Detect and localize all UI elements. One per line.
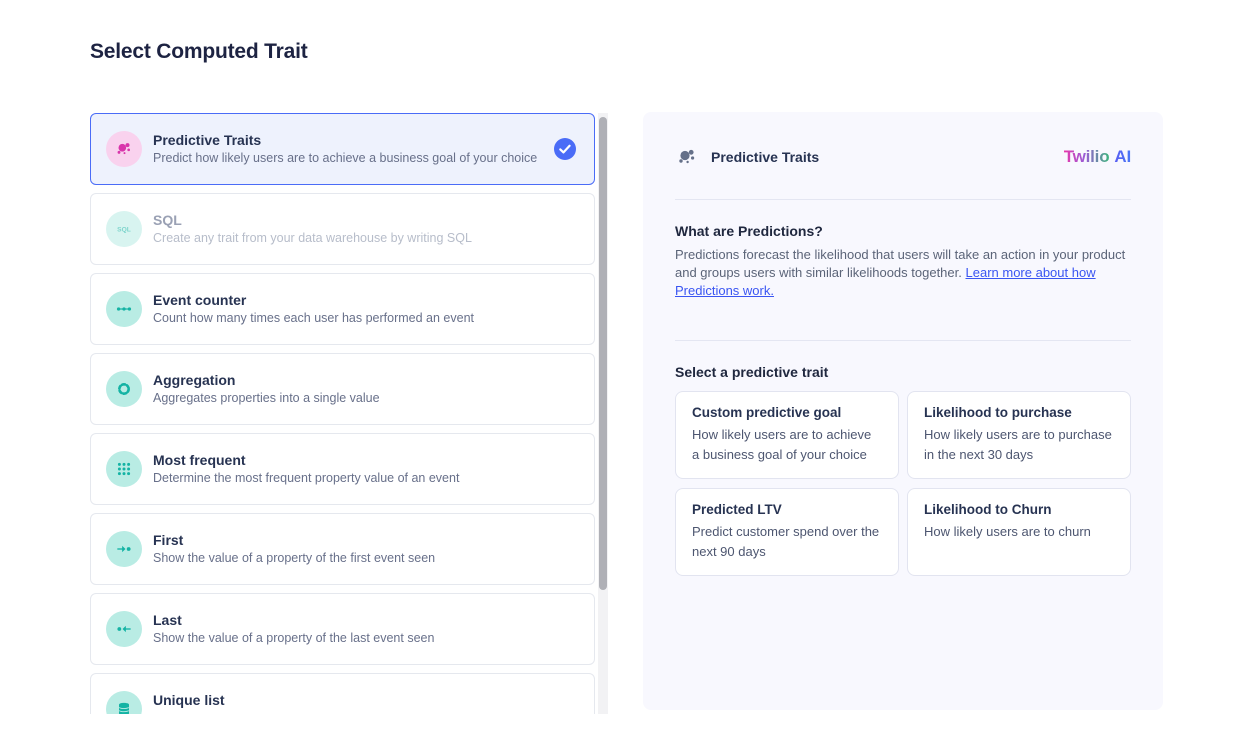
trait-option-description: Predict how likely users are to achieve …: [153, 151, 537, 167]
predictive-traits-icon: [106, 131, 142, 167]
svg-text:SQL: SQL: [117, 227, 131, 234]
trait-option-title: Event counter: [153, 292, 474, 308]
sql-icon: SQL: [106, 211, 142, 247]
aggregation-icon: [106, 371, 142, 407]
trait-option-title: SQL: [153, 212, 472, 228]
trait-option-unique-list[interactable]: Unique list: [90, 673, 595, 714]
trait-list: Predictive Traits Predict how likely user…: [90, 113, 595, 714]
trait-option-description: Show the value of a property of the last…: [153, 631, 434, 647]
card-description: How likely users are to purchase in the …: [924, 425, 1114, 465]
card-title: Likelihood to Churn: [924, 502, 1114, 517]
select-computed-trait-page: Select Computed Trait Predictive TraitsP…: [0, 0, 1258, 750]
predictive-trait-cards: Custom predictive goal How likely users a…: [675, 391, 1131, 576]
card-description: Predict customer spend over the next 90 …: [692, 522, 882, 562]
card-title: Likelihood to purchase: [924, 405, 1114, 420]
scrollbar-thumb[interactable]: [599, 117, 607, 590]
trait-option-description: Count how many times each user has perfo…: [153, 311, 474, 327]
detail-panel-title: Predictive Traits: [711, 149, 819, 165]
trait-option-title: Last: [153, 612, 434, 628]
twilio-ai-logo: TwilioAI: [1064, 147, 1131, 167]
trait-option-title: Unique list: [153, 692, 225, 708]
predictive-trait-card-likelihood-to-purchase[interactable]: Likelihood to purchase How likely users a…: [907, 391, 1131, 479]
card-title: Predicted LTV: [692, 502, 882, 517]
trait-option-aggregation[interactable]: Aggregation Aggregates properties into a …: [90, 353, 595, 425]
last-icon: [106, 611, 142, 647]
trait-option-last[interactable]: Last Show the value of a property of the …: [90, 593, 595, 665]
predictive-trait-card-predicted-ltv[interactable]: Predicted LTV Predict customer spend over…: [675, 488, 899, 576]
header-divider: [675, 199, 1131, 200]
trait-list-scrollbar[interactable]: [598, 113, 608, 714]
about-predictions-text: Predictions forecast the likelihood that…: [675, 246, 1131, 300]
card-description: How likely users are to achieve a busine…: [692, 425, 882, 465]
most-frequent-icon: [106, 451, 142, 487]
unique-list-icon: [106, 691, 142, 714]
twilio-wordmark: Twilio: [1064, 147, 1110, 166]
card-title: Custom predictive goal: [692, 405, 882, 420]
trait-option-description: [153, 711, 225, 715]
page-title: Select Computed Trait: [90, 40, 308, 64]
trait-option-sql[interactable]: SQL SQL Create any trait from your data wa…: [90, 193, 595, 265]
trait-option-description: Create any trait from your data warehous…: [153, 231, 472, 247]
trait-option-event-counter[interactable]: Event counter Count how many times each u…: [90, 273, 595, 345]
ai-wordmark: AI: [1114, 147, 1131, 166]
trait-option-title: Most frequent: [153, 452, 459, 468]
trait-option-title: Aggregation: [153, 372, 380, 388]
detail-panel-header: Predictive Traits TwilioAI: [675, 112, 1131, 169]
trait-option-description: Show the value of a property of the firs…: [153, 551, 435, 567]
trait-option-description: Determine the most frequent property val…: [153, 471, 459, 487]
about-predictions-heading: What are Predictions?: [675, 223, 1131, 239]
trait-option-description: Aggregates properties into a single valu…: [153, 391, 380, 407]
predictive-trait-card-likelihood-to-churn[interactable]: Likelihood to Churn How likely users are …: [907, 488, 1131, 576]
selected-check-icon: [554, 138, 576, 160]
trait-option-first[interactable]: First Show the value of a property of the…: [90, 513, 595, 585]
first-icon: [106, 531, 142, 567]
predictive-traits-icon: [675, 145, 699, 169]
trait-option-title: First: [153, 532, 435, 548]
trait-option-title: Predictive Traits: [153, 132, 537, 148]
predictive-traits-detail-panel: Predictive Traits TwilioAI What are Pred…: [643, 112, 1163, 710]
card-description: How likely users are to churn: [924, 522, 1114, 542]
select-predictive-trait-heading: Select a predictive trait: [675, 364, 1131, 380]
event-counter-icon: [106, 291, 142, 327]
predictive-trait-card-custom-predictive-goal[interactable]: Custom predictive goal How likely users a…: [675, 391, 899, 479]
trait-option-predictive-traits[interactable]: Predictive Traits Predict how likely user…: [90, 113, 595, 185]
section-divider: [675, 340, 1131, 341]
trait-option-most-frequent[interactable]: Most frequent Determine the most frequent…: [90, 433, 595, 505]
